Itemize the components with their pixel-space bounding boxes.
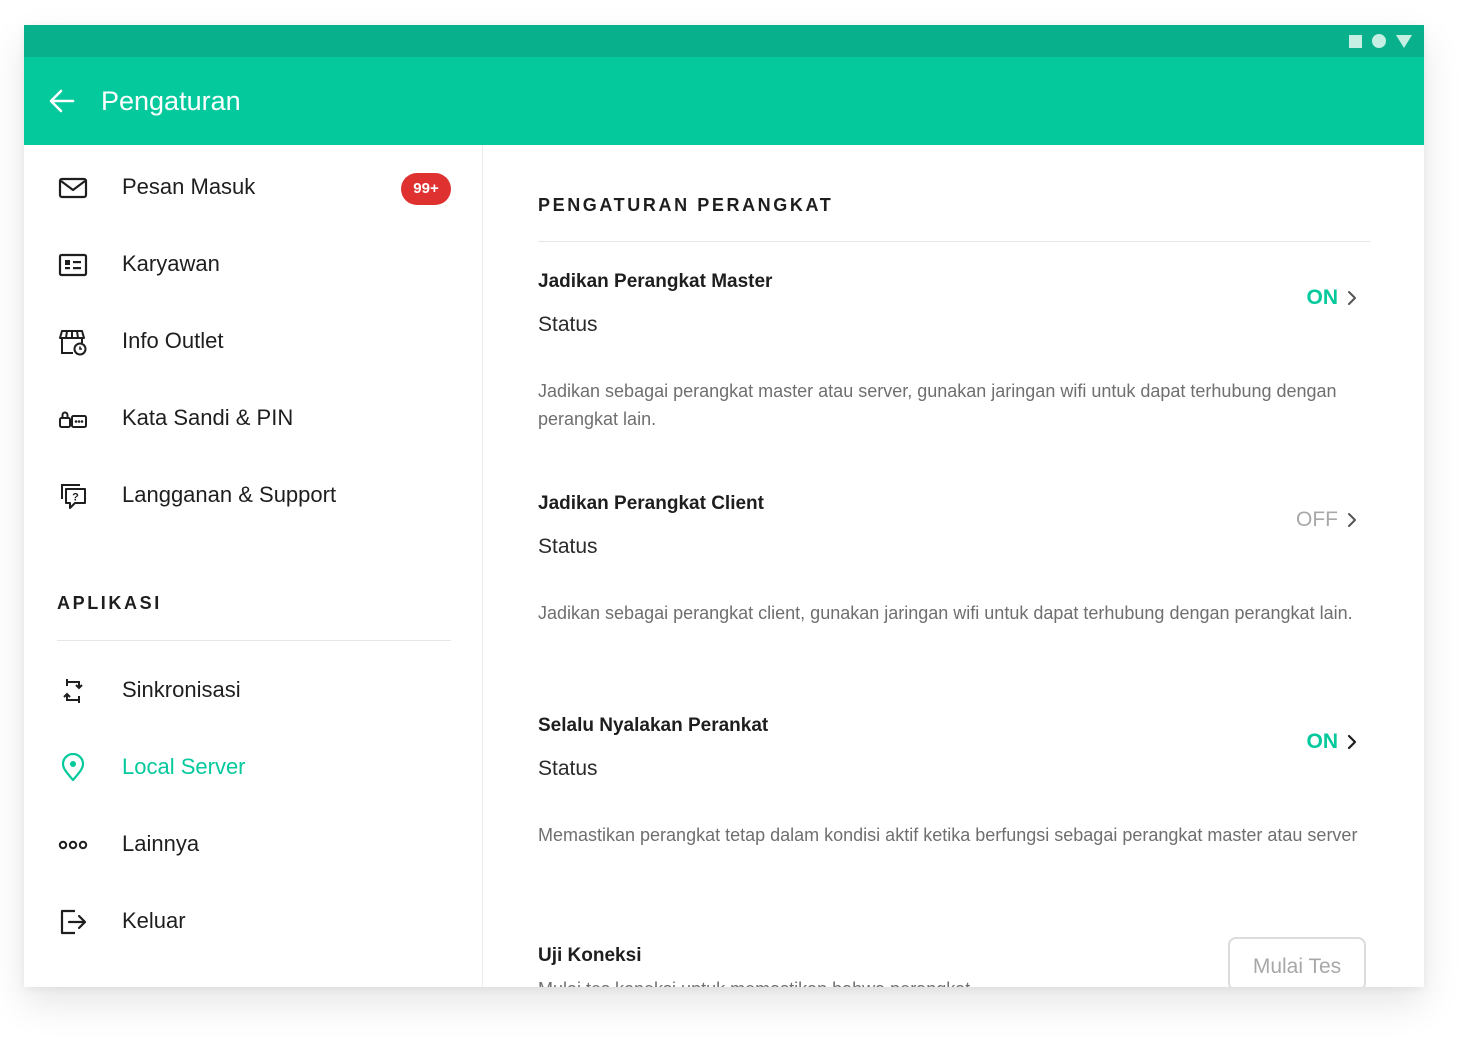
sidebar-item-label: Lainnya: [122, 831, 200, 856]
setting-subtitle: Status: [538, 313, 598, 336]
password-icon: [59, 411, 87, 428]
sidebar-item-label: Local Server: [122, 754, 246, 779]
id-card-icon: [58, 253, 88, 277]
setting-description: Jadikan sebagai perangkat master atau se…: [538, 381, 1337, 429]
sidebar-item-local-server[interactable]: Local Server: [24, 737, 482, 797]
back-triangle-icon: [1396, 34, 1412, 48]
sidebar-item-lainnya[interactable]: Lainnya: [24, 814, 482, 874]
setting-always-on: Selalu Nyalakan Perankat Status ON Memas…: [538, 715, 1370, 915]
sidebar-item-label: Keluar: [122, 908, 186, 933]
divider: [538, 241, 1370, 242]
aplikasi-section-title: APLIKASI: [57, 593, 162, 613]
sidebar-item-karyawan[interactable]: Karyawan: [24, 234, 482, 294]
test-title: Uji Koneksi: [538, 945, 642, 966]
unread-count-badge: 99+: [401, 173, 451, 205]
store-icon: [59, 330, 87, 356]
section-title: PENGATURAN PERANGKAT: [538, 195, 834, 215]
sidebar-item-label: Kata Sandi & PIN: [122, 405, 294, 430]
sidebar-item-sinkronisasi[interactable]: Sinkronisasi: [24, 660, 482, 720]
logout-icon: [60, 909, 87, 935]
setting-subtitle: Status: [538, 757, 598, 780]
connection-test: Uji Koneksi Mulai tes koneksi untuk mema…: [538, 937, 1370, 987]
more-icon: [58, 840, 88, 850]
app-window: Pengaturan Pesan Masuk 99+ Karyawan Info…: [24, 25, 1424, 987]
status-value: OFF: [1296, 508, 1338, 531]
mail-icon: [58, 177, 88, 199]
setting-subtitle: Status: [538, 535, 598, 558]
master-status-toggle[interactable]: ON: [1307, 283, 1359, 313]
sidebar-item-kata-sandi[interactable]: Kata Sandi & PIN: [24, 388, 482, 448]
setting-title: Jadikan Perangkat Client: [538, 493, 764, 514]
client-status-toggle[interactable]: OFF: [1296, 505, 1358, 535]
setting-description: Jadikan sebagai perangkat client, gunaka…: [538, 603, 1353, 623]
sidebar-item-pesan-masuk[interactable]: Pesan Masuk 99+: [24, 157, 482, 217]
app-bar: Pengaturan: [24, 57, 1424, 145]
sidebar-item-keluar[interactable]: Keluar: [24, 891, 482, 951]
location-pin-icon: [61, 753, 85, 782]
sidebar-item-label: Info Outlet: [122, 328, 224, 353]
home-icon: [1372, 34, 1386, 48]
sidebar-item-label: Langganan & Support: [122, 482, 337, 507]
test-description: Mulai tes koneksi untuk memastikan bahwa…: [538, 979, 970, 987]
sidebar-item-label: Karyawan: [122, 251, 220, 276]
setting-client-device: Jadikan Perangkat Client Status OFF Jadi…: [538, 493, 1370, 693]
status-icons: [1349, 34, 1412, 48]
svg-text:?: ?: [72, 492, 79, 504]
status-value: ON: [1306, 286, 1339, 309]
sidebar-item-label: Pesan Masuk: [122, 174, 256, 199]
start-test-button[interactable]: Mulai Tes: [1228, 937, 1366, 987]
chevron-right-icon: [1347, 734, 1357, 750]
back-arrow-icon[interactable]: [48, 87, 76, 115]
sidebar: Pesan Masuk 99+ Karyawan Info Outlet Kat…: [24, 145, 483, 987]
sidebar-item-langganan-support[interactable]: ? Langganan & Support: [24, 465, 482, 525]
chevron-right-icon: [1348, 291, 1356, 305]
setting-description: Memastikan perangkat tetap dalam kondisi…: [538, 825, 1358, 845]
chevron-right-icon: [1348, 513, 1356, 527]
always-on-status-toggle[interactable]: ON: [1307, 727, 1359, 757]
system-status-bar: [24, 25, 1424, 57]
recent-apps-icon: [1349, 34, 1362, 48]
sidebar-item-info-outlet[interactable]: Info Outlet: [24, 311, 482, 371]
setting-title: Selalu Nyalakan Perankat: [538, 715, 769, 736]
setting-title: Jadikan Perangkat Master: [538, 271, 773, 292]
divider: [57, 640, 451, 641]
status-value: ON: [1306, 730, 1339, 753]
page-title: Pengaturan: [101, 86, 241, 116]
sync-icon: [63, 679, 83, 703]
setting-master-device: Jadikan Perangkat Master Status ON Jadik…: [538, 271, 1370, 471]
settings-panel: PENGATURAN PERANGKAT Jadikan Perangkat M…: [483, 145, 1424, 987]
sidebar-item-label: Sinkronisasi: [122, 677, 241, 702]
support-icon: ?: [61, 484, 86, 509]
